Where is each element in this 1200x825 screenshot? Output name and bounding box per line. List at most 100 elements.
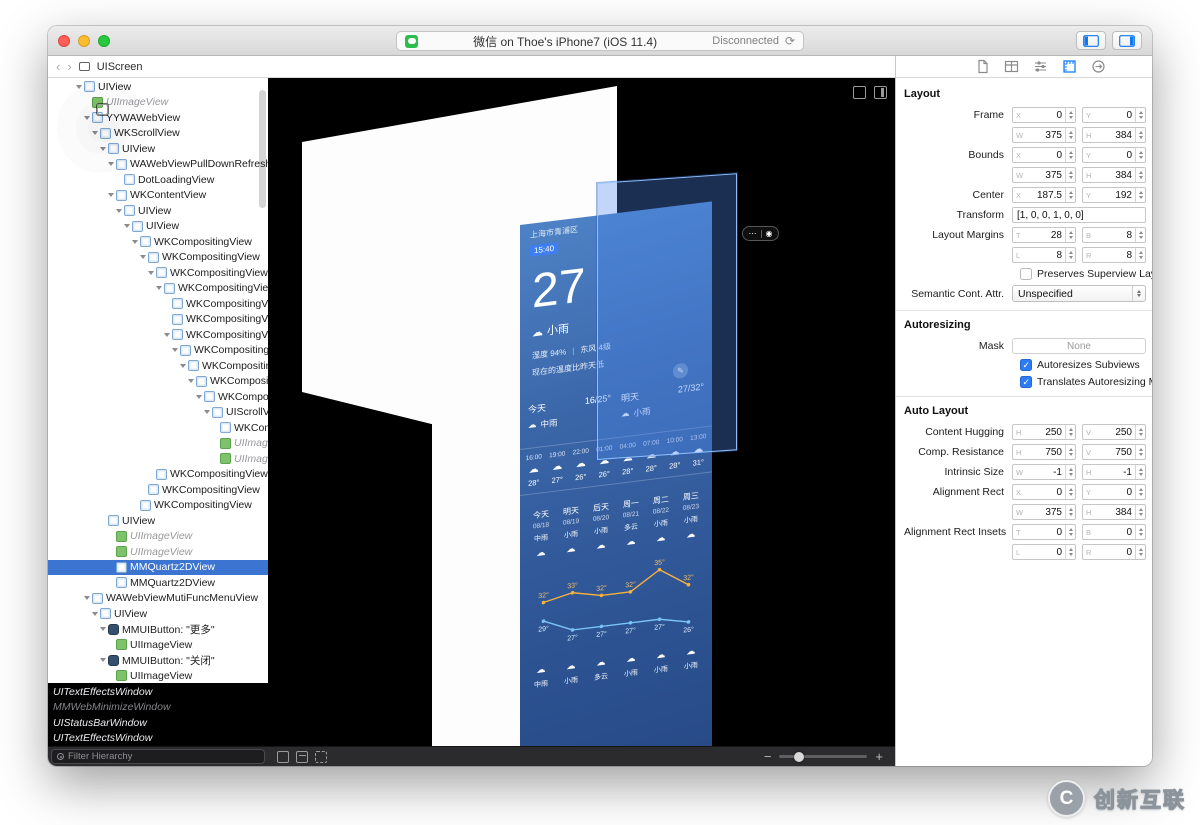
value-field-r[interactable]: R8 — [1082, 247, 1146, 263]
value-field-v[interactable]: V 750 — [1082, 444, 1146, 460]
stepper[interactable] — [1065, 545, 1075, 559]
value-field-w[interactable]: W 375 — [1012, 167, 1076, 183]
tree-item[interactable]: MMUIButton: "更多" — [48, 622, 268, 638]
show-constraints-icon[interactable] — [296, 750, 308, 763]
zoom-out-button[interactable]: − — [764, 749, 772, 764]
zoom-button[interactable] — [98, 34, 110, 47]
show-clipped-content-icon[interactable] — [277, 750, 289, 763]
stepper[interactable] — [1065, 148, 1075, 162]
tree-item[interactable]: WKCompositingView — [48, 265, 268, 281]
stepper[interactable] — [1135, 505, 1145, 519]
disclosure-triangle-icon[interactable] — [178, 364, 187, 368]
value-field-h[interactable]: H 250 — [1012, 424, 1076, 440]
stepper[interactable] — [1135, 228, 1145, 242]
zoom-slider[interactable] — [779, 751, 868, 762]
tab-quick-help[interactable] — [1004, 59, 1019, 74]
stepper[interactable] — [1065, 485, 1075, 499]
tree-item[interactable]: WKCompositingView — [48, 312, 268, 328]
checkbox[interactable] — [1020, 376, 1032, 388]
disclosure-triangle-icon[interactable] — [194, 395, 203, 399]
tree-item[interactable]: WKCompositingView — [48, 389, 268, 405]
filter-field[interactable]: Filter Hierarchy — [51, 749, 265, 764]
disclosure-triangle-icon[interactable] — [90, 131, 99, 135]
tree-item[interactable]: WKCompositingView — [48, 296, 268, 312]
disclosure-triangle-icon[interactable] — [186, 379, 195, 383]
tree-item[interactable]: WKCompositingView — [48, 343, 268, 359]
value-field-x[interactable]: X 187.5 — [1012, 187, 1076, 203]
mask-field[interactable]: None — [1012, 338, 1146, 354]
tree-item[interactable]: WAWebViewMutiFuncMenuView — [48, 591, 268, 607]
tree-item[interactable]: WKCompositingView — [48, 281, 268, 297]
value-field-w[interactable]: W 375 — [1012, 127, 1076, 143]
tree-item[interactable]: UIImageView — [48, 451, 268, 467]
stepper[interactable] — [1065, 228, 1075, 242]
transform-field[interactable]: [1, 0, 0, 1, 0, 0] — [1012, 207, 1146, 223]
stepper[interactable] — [1135, 445, 1145, 459]
tree-item[interactable]: WKCompositingView — [48, 234, 268, 250]
value-field-x[interactable]: X0 — [1012, 484, 1076, 500]
tree-item[interactable]: WKCompositingView — [48, 420, 268, 436]
stepper[interactable] — [1065, 248, 1075, 262]
value-field-l[interactable]: L8 — [1012, 247, 1076, 263]
stepper[interactable] — [1135, 108, 1145, 122]
selected-layer-overlay[interactable] — [597, 173, 737, 460]
stepper[interactable] — [1135, 525, 1145, 539]
stepper[interactable] — [1065, 445, 1075, 459]
tree-item[interactable]: WKCompositingView — [48, 374, 268, 390]
value-field-t[interactable]: T 28 — [1012, 227, 1076, 243]
disclosure-triangle-icon[interactable] — [98, 658, 107, 662]
minimize-button[interactable] — [78, 34, 90, 47]
tree-item[interactable]: MMQuartz2DView — [48, 559, 268, 575]
tree-item[interactable]: WKCompositingView — [48, 358, 268, 374]
toggle-navigator-button[interactable] — [1076, 31, 1106, 50]
forward-button[interactable]: › — [67, 60, 71, 73]
tab-connections-inspector[interactable] — [1091, 59, 1106, 74]
tree-item[interactable]: UIImageView — [48, 95, 268, 111]
value-field-y[interactable]: Y0 — [1082, 484, 1146, 500]
stepper[interactable] — [1135, 128, 1145, 142]
value-field-l[interactable]: L0 — [1012, 544, 1076, 560]
stepper[interactable] — [1065, 128, 1075, 142]
value-field-w[interactable]: W -1 — [1012, 464, 1076, 480]
disclosure-triangle-icon[interactable] — [146, 271, 155, 275]
toggle-inspector-button[interactable] — [1112, 31, 1142, 50]
tree-item[interactable]: UIView — [48, 79, 268, 95]
tree-item[interactable]: WKCompositingView — [48, 467, 268, 483]
value-field-h[interactable]: H 750 — [1012, 444, 1076, 460]
disclosure-triangle-icon[interactable] — [202, 410, 211, 414]
tree-item[interactable]: UIImageView — [48, 544, 268, 560]
tree-item[interactable]: MMQuartz2DView — [48, 575, 268, 591]
stepper[interactable] — [1135, 248, 1145, 262]
tree-item[interactable]: WAWebViewPullDownRefreshView — [48, 157, 268, 173]
value-field-v[interactable]: V 250 — [1082, 424, 1146, 440]
value-field-h[interactable]: H -1 — [1082, 464, 1146, 480]
checkbox[interactable] — [1020, 359, 1032, 371]
sidebar-scrollbar[interactable] — [259, 90, 266, 208]
tree-item[interactable]: DotLoadingView — [48, 172, 268, 188]
disclosure-triangle-icon[interactable] — [98, 627, 107, 631]
value-field-x[interactable]: X0 — [1012, 107, 1076, 123]
stepper[interactable] — [1135, 465, 1145, 479]
wechat-capsule[interactable]: ⋯ ◉ — [742, 226, 779, 241]
disclosure-triangle-icon[interactable] — [170, 348, 179, 352]
value-field-h[interactable]: H 384 — [1082, 167, 1146, 183]
disclosure-triangle-icon[interactable] — [138, 255, 147, 259]
disclosure-triangle-icon[interactable] — [106, 193, 115, 197]
value-field-x[interactable]: X0 — [1012, 147, 1076, 163]
value-field-h[interactable]: H 384 — [1082, 127, 1146, 143]
value-field-b[interactable]: B0 — [1082, 524, 1146, 540]
zoom-in-button[interactable]: + — [875, 749, 883, 764]
stepper[interactable] — [1065, 505, 1075, 519]
disclosure-triangle-icon[interactable] — [114, 209, 123, 213]
disclosure-triangle-icon[interactable] — [90, 612, 99, 616]
tree-item[interactable]: WKCompositingView — [48, 250, 268, 266]
stepper[interactable] — [1065, 168, 1075, 182]
tree-item[interactable]: WKCompositingView — [48, 482, 268, 498]
checkbox[interactable] — [1020, 268, 1032, 280]
stepper[interactable] — [1135, 168, 1145, 182]
tree-item[interactable]: UIView — [48, 203, 268, 219]
value-field-w[interactable]: W 375 — [1012, 504, 1076, 520]
tab-file-inspector[interactable] — [975, 59, 990, 74]
tree-item[interactable]: UIView — [48, 141, 268, 157]
disclosure-triangle-icon[interactable] — [82, 596, 91, 600]
